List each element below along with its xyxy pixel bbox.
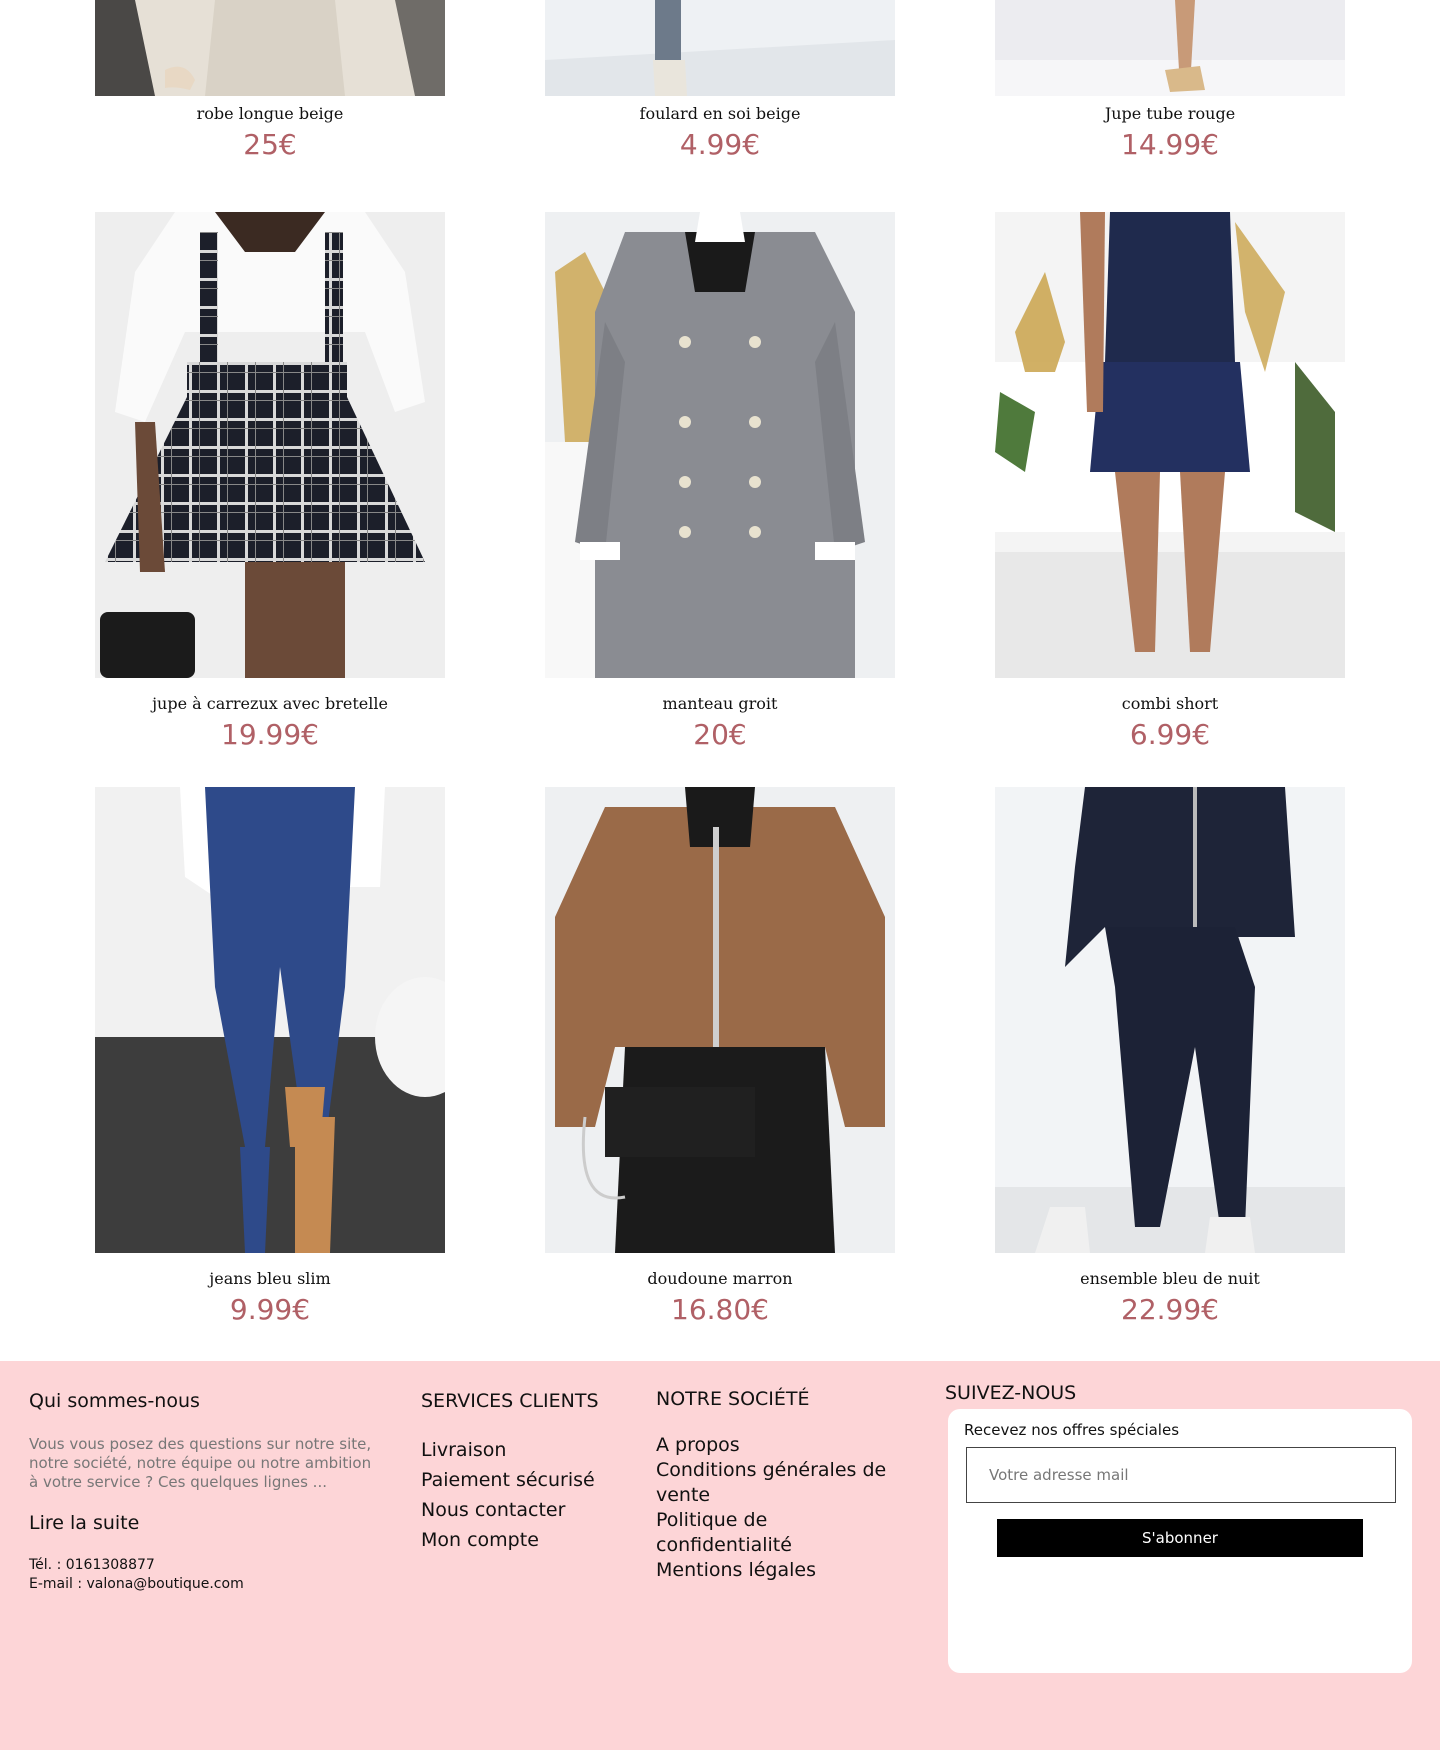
phone-number: Tél. : 0161308877	[29, 1557, 155, 1573]
product-name[interactable]: combi short	[995, 694, 1345, 714]
footer-link-about[interactable]: A propos	[656, 1433, 906, 1458]
product-name[interactable]: manteau groit	[545, 694, 895, 714]
product-price: 20€	[693, 718, 747, 751]
product-image[interactable]	[545, 787, 895, 1253]
follow-title: SUIVEZ-NOUS	[945, 1382, 1077, 1404]
product-card[interactable]: jeans bleu slim 9.99€	[95, 787, 445, 1327]
product-card[interactable]: Jupe tube rouge 14.99€	[995, 0, 1345, 162]
product-name[interactable]: foulard en soi beige	[545, 104, 895, 124]
footer-link-legal[interactable]: Mentions légales	[656, 1558, 906, 1583]
read-more-link[interactable]: Lire la suite	[29, 1512, 379, 1534]
newsletter-label: Recevez nos offres spéciales	[964, 1421, 1180, 1439]
newsletter-box: Recevez nos offres spéciales S'abonner	[948, 1409, 1412, 1673]
product-image[interactable]	[545, 0, 895, 96]
product-price: 22.99€	[1121, 1293, 1219, 1326]
product-card[interactable]: doudoune marron 16.80€	[545, 787, 895, 1327]
footer-link-paiement[interactable]: Paiement sécurisé	[421, 1465, 599, 1495]
product-image[interactable]	[95, 0, 445, 96]
product-image[interactable]	[995, 0, 1345, 96]
product-name[interactable]: jupe à carrezux avec bretelle	[95, 694, 445, 714]
product-name[interactable]: doudoune marron	[545, 1269, 895, 1289]
about-title: Qui sommes-nous	[29, 1390, 200, 1412]
contact-info: Tél. : 0161308877 E-mail : valona@boutiq…	[29, 1556, 379, 1594]
newsletter-email-input[interactable]	[966, 1447, 1396, 1503]
product-card[interactable]: ensemble bleu de nuit 22.99€	[995, 787, 1345, 1327]
product-image[interactable]	[995, 787, 1345, 1253]
product-price: 6.99€	[1129, 718, 1211, 751]
product-price: 9.99€	[229, 1293, 311, 1326]
footer-about: Qui sommes-nous Vous vous posez des ques…	[29, 1389, 379, 1594]
product-card[interactable]: robe longue beige 25€	[95, 0, 445, 162]
product-name[interactable]: Jupe tube rouge	[995, 104, 1345, 124]
product-price: 16.80€	[671, 1293, 769, 1326]
company-title: NOTRE SOCIÉTÉ	[656, 1388, 810, 1410]
product-image[interactable]	[95, 212, 445, 678]
product-image[interactable]	[545, 212, 895, 678]
product-price: 19.99€	[221, 718, 319, 751]
product-price: 4.99€	[679, 128, 761, 161]
footer-link-cgv[interactable]: Conditions générales de vente	[656, 1458, 906, 1508]
footer-services: SERVICES CLIENTS Livraison Paiement sécu…	[421, 1389, 599, 1555]
company-links: A propos Conditions générales de vente P…	[656, 1433, 906, 1583]
product-image[interactable]	[995, 212, 1345, 678]
subscribe-button[interactable]: S'abonner	[997, 1519, 1363, 1557]
footer-company: NOTRE SOCIÉTÉ A propos Conditions généra…	[656, 1387, 906, 1583]
about-text: Vous vous posez des questions sur notre …	[29, 1435, 372, 1491]
footer-link-account[interactable]: Mon compte	[421, 1525, 599, 1555]
product-card[interactable]: manteau groit 20€	[545, 212, 895, 752]
product-card[interactable]: foulard en soi beige 4.99€	[545, 0, 895, 162]
product-name[interactable]: jeans bleu slim	[95, 1269, 445, 1289]
product-grid: robe longue beige 25€ foulard en soi bei…	[0, 0, 1440, 1360]
product-image[interactable]	[95, 787, 445, 1253]
product-name[interactable]: robe longue beige	[95, 104, 445, 124]
services-links: Livraison Paiement sécurisé Nous contact…	[421, 1435, 599, 1555]
product-price: 14.99€	[1121, 128, 1219, 161]
footer-link-privacy[interactable]: Politique de confidentialité	[656, 1508, 906, 1558]
footer-link-livraison[interactable]: Livraison	[421, 1435, 599, 1465]
services-title: SERVICES CLIENTS	[421, 1390, 599, 1412]
email-address: E-mail : valona@boutique.com	[29, 1576, 244, 1592]
product-card[interactable]: combi short 6.99€	[995, 212, 1345, 752]
product-name[interactable]: ensemble bleu de nuit	[995, 1269, 1345, 1289]
product-price: 25€	[243, 128, 297, 161]
footer-link-contact[interactable]: Nous contacter	[421, 1495, 599, 1525]
site-footer: Qui sommes-nous Vous vous posez des ques…	[0, 1361, 1440, 1750]
product-card[interactable]: jupe à carrezux avec bretelle 19.99€	[95, 212, 445, 752]
